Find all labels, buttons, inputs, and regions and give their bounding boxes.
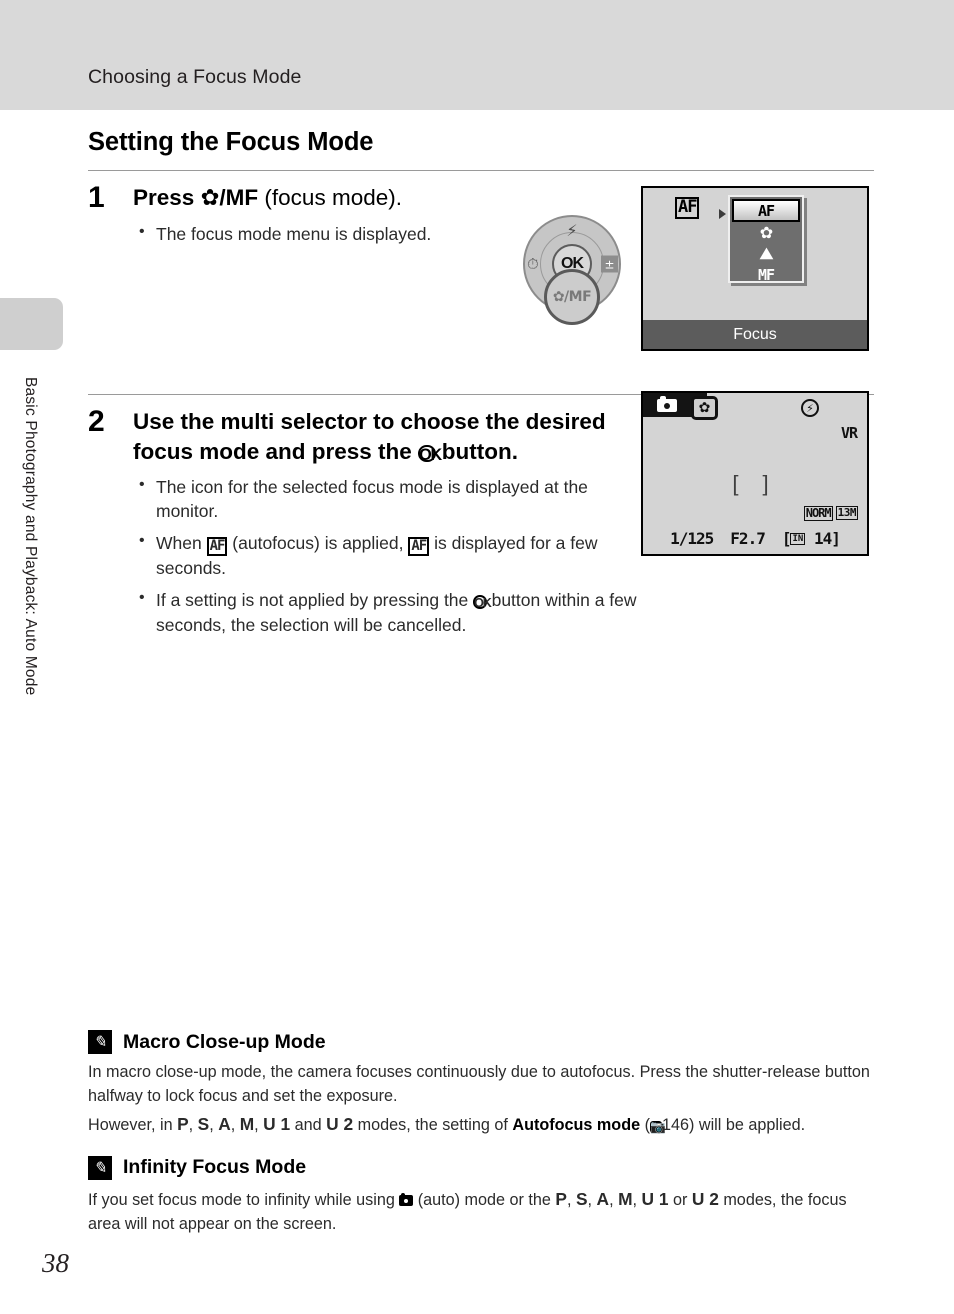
mode-a-icon: A — [218, 1114, 231, 1135]
note-macro-paragraph-1: In macro close-up mode, the camera focus… — [88, 1063, 870, 1105]
mode-u1-icon: U 1 — [641, 1188, 669, 1209]
step-1-heading: Press ✿/MF (focus mode). — [133, 183, 643, 214]
bullet-2-text-b: (autofocus) is applied, — [227, 533, 409, 554]
infinity-mountain-icon: ⛰ — [759, 243, 773, 263]
step-2-bullet-3: If a setting is not applied by pressing … — [133, 587, 643, 638]
mode-p-icon: P — [177, 1114, 189, 1135]
note-infinity-paragraph-1: If you set focus mode to infinity while … — [88, 1188, 847, 1233]
step-1-heading-post: (focus mode). — [258, 185, 402, 210]
step-2-bullet-1: The icon for the selected focus mode is … — [133, 474, 643, 525]
image-quality-indicator: NORM — [803, 506, 833, 521]
aperture-value: F2.7 — [730, 529, 766, 548]
step-2-body: Use the multi selector to choose the des… — [133, 407, 643, 645]
step-2-heading-b: button. — [435, 438, 519, 464]
internal-memory-icon: IN — [790, 532, 806, 545]
notes-section: ✎ Macro Close-up Mode In macro close-up … — [88, 1030, 878, 1240]
note-infinity-focus: ✎ Infinity Focus Mode If you set focus m… — [88, 1155, 878, 1236]
section-title: Setting the Focus Mode — [88, 128, 374, 156]
exposure-compensation-icon[interactable]: ± — [601, 255, 618, 273]
note-macro-p2-d: ( — [640, 1116, 650, 1135]
note-macro-p2-c: modes, the setting of — [353, 1116, 513, 1135]
note-infinity-p1-a: If you set focus mode to infinity while … — [88, 1190, 400, 1209]
multi-selector-dial[interactable]: ⚡ ⏱ ± OK ✿/MF — [523, 215, 621, 325]
mode-m-icon: M — [618, 1188, 633, 1209]
figure-camera-lcd: ✿ ⚡ VR [ ] NORM 13M 1/125 F2.7 [IN 14] — [641, 391, 869, 556]
focus-area-brackets: [ ] — [732, 471, 778, 496]
note-macro-title: Macro Close-up Mode — [123, 1030, 326, 1053]
page-number: 38 — [42, 1248, 69, 1278]
note-infinity-title: Infinity Focus Mode — [123, 1156, 307, 1179]
chapter-thumb-tab — [0, 298, 63, 350]
camera-auto-icon — [399, 1193, 414, 1206]
af-indicator-icon: AF — [408, 537, 430, 556]
step-2-heading-a: Use the multi selector to choose the des… — [133, 408, 606, 464]
ok-button-icon: OK — [473, 594, 492, 610]
note-macro-p2-e: ) will be applied. — [689, 1116, 806, 1135]
focus-mode-button[interactable]: ✿/MF — [544, 269, 600, 325]
step-1-number: 1 — [88, 181, 105, 214]
chapter-side-label: Basic Photography and Playback: Auto Mod… — [22, 377, 39, 696]
step-2-bullet-2: When AF (autofocus) is applied, AF is di… — [133, 530, 643, 581]
note-macro-close-up: ✎ Macro Close-up Mode In macro close-up … — [88, 1030, 878, 1138]
mode-u2-icon: U 2 — [691, 1188, 719, 1209]
mode-m-icon: M — [239, 1114, 255, 1135]
note-macro-heading: ✎ Macro Close-up Mode — [88, 1030, 878, 1054]
frames-remaining-group: [IN 14] — [781, 529, 841, 548]
image-size-indicator: 13M — [835, 506, 858, 521]
step-2-number: 2 — [88, 404, 105, 438]
menu-item-infinity[interactable]: ⛰ — [732, 243, 800, 264]
note-macro-ref-page: 146 — [661, 1116, 689, 1135]
flash-icon[interactable]: ⚡ — [566, 221, 577, 240]
mode-a-icon: A — [596, 1188, 610, 1209]
vibration-reduction-indicator: VR — [840, 424, 858, 442]
step-1-heading-mid: /MF — [219, 185, 259, 210]
focus-mode-menu-panel: AF ✿ ⛰ MF — [728, 195, 804, 285]
note-macro-p2-a: However, in — [88, 1116, 178, 1135]
focus-mode-callout-icon: AF — [675, 197, 700, 219]
step-1-heading-pre: Press — [133, 185, 201, 210]
page-header-band — [0, 0, 954, 110]
menu-item-af[interactable]: AF — [732, 199, 800, 222]
note-infinity-heading: ✎ Infinity Focus Mode — [88, 1155, 878, 1180]
mode-u2-icon: U 2 — [326, 1114, 354, 1135]
pencil-note-icon: ✎ — [88, 1155, 112, 1180]
bullet-3-text-a: If a setting is not applied by pressing … — [156, 589, 474, 610]
figure-focus-mode-menu: AF AF ✿ ⛰ MF Focus — [641, 186, 869, 351]
menu-item-macro[interactable]: ✿ — [732, 222, 800, 243]
macro-flower-icon: ✿ — [759, 222, 773, 242]
macro-flower-icon: ✿ — [691, 396, 718, 420]
macro-flower-icon: ✿ — [200, 185, 220, 211]
lcd-exposure-group: 1/125 F2.7 [IN 14] — [643, 529, 867, 548]
flash-off-icon: ⚡ — [801, 399, 819, 417]
camera-auto-mode-icon — [657, 396, 677, 412]
pencil-note-icon: ✎ — [88, 1030, 112, 1054]
bullet-2-text-a: When — [156, 533, 207, 554]
mode-s-icon: S — [197, 1114, 210, 1135]
ok-button-icon: OK — [418, 444, 442, 464]
running-header-title: Choosing a Focus Mode — [88, 66, 302, 88]
step-2-heading: Use the multi selector to choose the des… — [133, 407, 643, 467]
mode-p-icon: P — [555, 1188, 567, 1209]
autofocus-mode-reference: Autofocus mode — [512, 1116, 641, 1135]
note-infinity-p1-c: or — [668, 1190, 692, 1209]
note-macro-p2-b: and — [290, 1116, 327, 1135]
menu-footer-label: Focus — [643, 320, 867, 349]
callout-arrow-icon — [719, 209, 726, 219]
page-reference-icon: 📷 — [649, 1119, 666, 1135]
lcd-quality-group: NORM 13M — [803, 506, 858, 521]
menu-item-manual-focus[interactable]: MF — [732, 264, 800, 285]
self-timer-icon[interactable]: ⏱ — [527, 255, 539, 273]
mode-u1-icon: U 1 — [263, 1114, 291, 1135]
note-macro-paragraph-2: However, in P, S, A, M, U 1 and U 2 mode… — [88, 1114, 806, 1135]
step-2-bullet-list: The icon for the selected focus mode is … — [133, 474, 643, 638]
note-infinity-p1-b: (auto) mode or the — [413, 1190, 556, 1209]
frames-remaining-value: 14 — [813, 529, 832, 548]
mode-s-icon: S — [575, 1188, 588, 1209]
shutter-speed-value: 1/125 — [670, 529, 714, 548]
af-icon: AF — [206, 537, 228, 556]
